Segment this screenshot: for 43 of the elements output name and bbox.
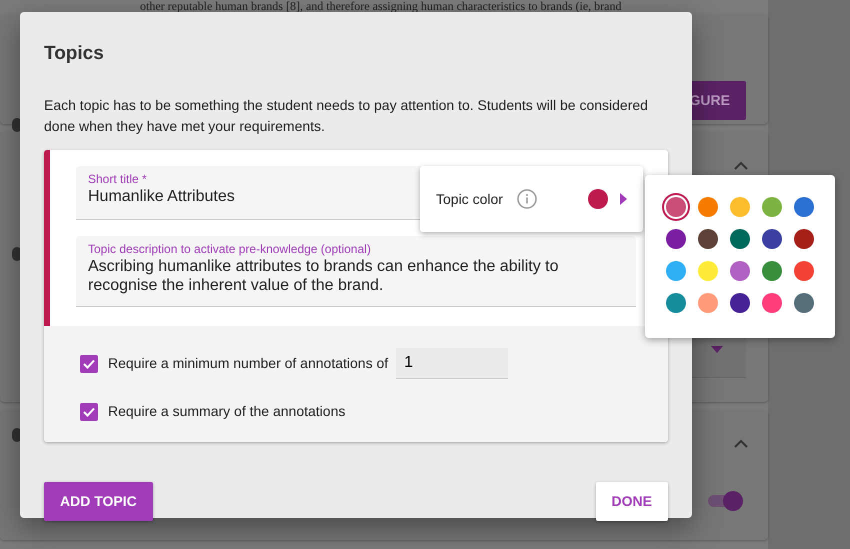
color-swatch[interactable] xyxy=(698,293,718,313)
checkbox[interactable] xyxy=(80,354,98,372)
color-swatch[interactable] xyxy=(730,293,750,313)
dialog-title: Topics xyxy=(44,42,105,66)
checkmark-icon xyxy=(83,358,95,368)
description-field[interactable]: Topic description to activate pre-knowledge (optional) Ascribing humanlike attributes to brands can enhance the ability to recognise the inherent value of the brand. xyxy=(76,236,636,306)
checkbox-label: Require a minimum number of annotations of xyxy=(108,354,388,373)
toggle-switch[interactable] xyxy=(708,490,744,512)
info-icon[interactable] xyxy=(516,189,537,209)
field-label: Short title * xyxy=(88,172,148,186)
color-swatch[interactable] xyxy=(794,293,814,313)
caret-icon xyxy=(711,346,723,353)
color-swatch[interactable] xyxy=(762,229,782,249)
field-value: Humanlike Attributes xyxy=(88,186,235,206)
color-swatch[interactable] xyxy=(762,197,782,217)
color-swatch[interactable] xyxy=(794,261,814,281)
color-swatch[interactable] xyxy=(698,229,718,249)
color-swatch[interactable] xyxy=(666,293,686,313)
color-swatch[interactable] xyxy=(762,293,782,313)
checkbox[interactable] xyxy=(80,402,98,420)
color-swatch[interactable] xyxy=(666,229,686,249)
color-swatch[interactable] xyxy=(730,261,750,281)
checkbox-label: Require a summary of the annotations xyxy=(108,402,346,421)
dialog-description: Each topic has to be something the student needs to pay attention to. Students will be considered done when they have met your requirements. xyxy=(44,96,649,136)
color-swatch[interactable] xyxy=(666,261,686,281)
color-dot[interactable] xyxy=(588,189,608,209)
field-value: Ascribing humanlike attributes to brands can enhance the ability to recognise the inherent value of the brand. xyxy=(88,256,560,294)
add-topic-button[interactable]: ADD TOPIC xyxy=(44,482,153,520)
number-field[interactable]: 1 xyxy=(396,348,508,379)
color-swatch[interactable] xyxy=(730,229,750,249)
background-text: other reputable human brands [8], and therefore assigning human characteristics to brands (ie, brand xyxy=(139,0,622,12)
expand-arrow-icon[interactable] xyxy=(620,193,627,205)
checkmark-icon xyxy=(83,406,95,416)
color-swatch[interactable] xyxy=(698,261,718,281)
color-swatch[interactable] xyxy=(794,197,814,217)
color-swatch[interactable] xyxy=(666,197,686,217)
color-swatch[interactable] xyxy=(698,197,718,217)
done-button[interactable]: DONE xyxy=(596,482,668,520)
color-swatch[interactable] xyxy=(730,197,750,217)
field-label: Topic description to activate pre-knowledge (optional) xyxy=(88,242,372,256)
color-swatch[interactable] xyxy=(762,261,782,281)
color-swatch[interactable] xyxy=(794,229,814,249)
topic-color-label: Topic color xyxy=(436,190,503,209)
